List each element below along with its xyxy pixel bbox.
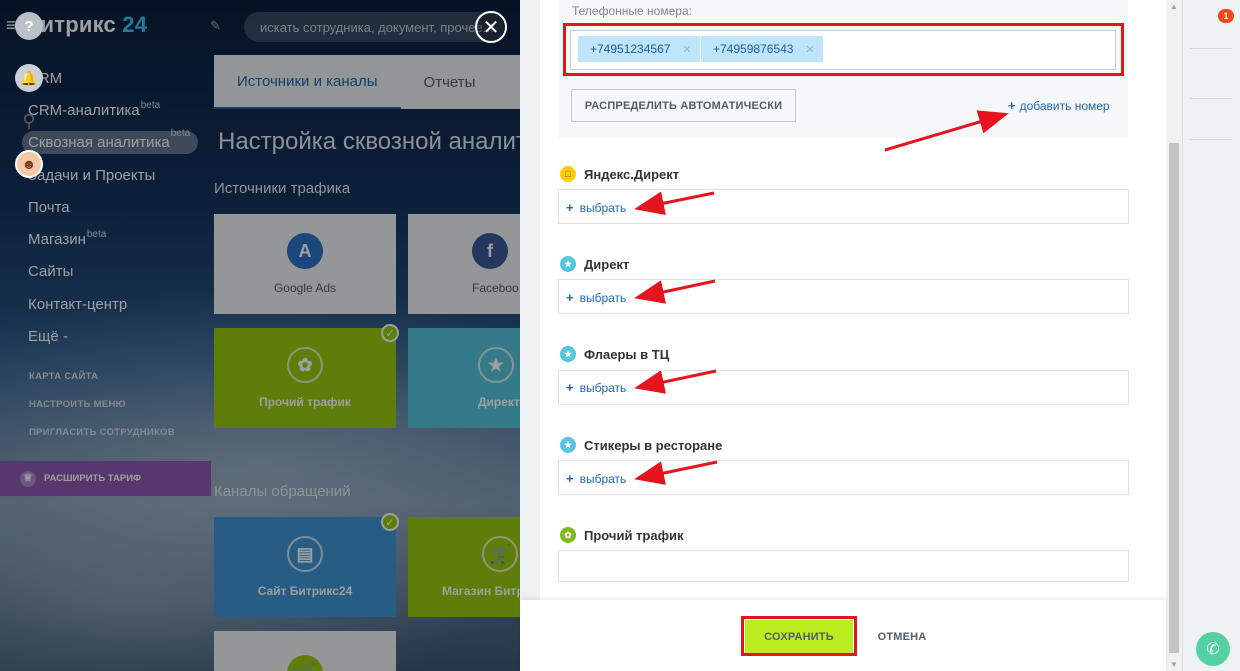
add-number-link[interactable]: + добавить номер	[1008, 98, 1110, 113]
choose-label: выбрать	[579, 200, 627, 215]
plus-icon: +	[1008, 98, 1016, 113]
close-icon[interactable]: ✕	[475, 11, 507, 43]
star-icon: ★	[560, 346, 576, 362]
plus-icon: +	[566, 200, 574, 215]
search-icon[interactable]: ⚲	[15, 107, 43, 135]
source-select-box[interactable]	[558, 279, 1129, 314]
source-title-label: Яндекс.Директ	[584, 166, 680, 182]
annotation-highlight	[563, 23, 1124, 76]
leaf-icon: ✿	[560, 527, 576, 543]
star-icon: ★	[560, 437, 576, 453]
source-select-box[interactable]	[558, 550, 1129, 582]
divider	[1190, 48, 1232, 49]
scrollbar[interactable]: ▲ ▼	[1166, 0, 1182, 671]
choose-link[interactable]: + выбрать	[566, 200, 626, 215]
plus-icon: +	[566, 380, 574, 395]
choose-link[interactable]: + выбрать	[566, 471, 626, 486]
phone-numbers-label: Телефонные номера:	[572, 4, 692, 18]
choose-label: выбрать	[579, 471, 627, 486]
scrollbar-thumb[interactable]	[1169, 143, 1179, 653]
overlay-dim	[0, 0, 520, 671]
help-icon[interactable]: ?	[15, 12, 43, 40]
choose-link[interactable]: + выбрать	[566, 290, 626, 305]
choose-label: выбрать	[579, 290, 627, 305]
source-select-box[interactable]	[558, 460, 1129, 495]
choose-label: выбрать	[579, 380, 627, 395]
right-sidebar	[1182, 0, 1240, 671]
source-title-label: Прочий трафик	[584, 527, 684, 543]
scroll-down-icon[interactable]: ▼	[1170, 660, 1178, 669]
plus-icon: +	[566, 471, 574, 486]
cancel-button[interactable]: ОТМЕНА	[872, 620, 932, 653]
choose-link[interactable]: + выбрать	[566, 380, 626, 395]
divider	[1190, 98, 1232, 99]
auto-distribute-button[interactable]: РАСПРЕДЕЛИТЬ АВТОМАТИЧЕСКИ	[571, 89, 796, 122]
source-title-label: Флаеры в ТЦ	[584, 346, 670, 362]
scroll-up-icon[interactable]: ▲	[1170, 2, 1178, 11]
help-badge: 1	[1218, 9, 1234, 23]
star-icon: ★	[560, 256, 576, 272]
yandex-direct-icon: □	[560, 166, 576, 182]
source-title-label: Директ	[584, 256, 630, 272]
source-title: ★ Флаеры в ТЦ	[560, 346, 669, 362]
source-title: ★ Стикеры в ресторане	[560, 437, 722, 453]
source-title: □ Яндекс.Директ	[560, 166, 679, 182]
avatar[interactable]: ☻	[15, 150, 43, 178]
phone-icon[interactable]: ✆	[1196, 632, 1230, 666]
source-select-box[interactable]	[558, 370, 1129, 405]
plus-icon: +	[566, 290, 574, 305]
source-title-label: Стикеры в ресторане	[584, 437, 723, 453]
divider	[1190, 139, 1232, 140]
source-title: ★ Директ	[560, 256, 629, 272]
bell-icon[interactable]: 🔔	[15, 64, 43, 92]
annotation-highlight	[741, 616, 857, 656]
add-number-label: добавить номер	[1019, 99, 1110, 113]
source-title: ✿ Прочий трафик	[560, 527, 683, 543]
source-select-box[interactable]	[558, 189, 1129, 224]
